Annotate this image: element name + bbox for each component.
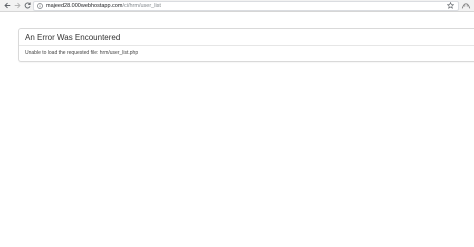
info-icon[interactable] [37,3,43,9]
url-host: majeed28.000webhostapp.com [46,3,123,9]
arrow-left-icon [4,2,11,9]
reload-icon [24,2,31,9]
address-bar[interactable]: majeed28.000webhostapp.com/ci/hrm/user_l… [33,1,459,11]
error-message: Unable to load the requested file: hrm/u… [25,50,139,56]
forward-button[interactable] [13,1,22,10]
url-path: /ci/hrm/user_list [122,3,161,9]
arrow-right-icon [14,2,21,9]
divider [19,45,474,46]
browser-toolbar: majeed28.000webhostapp.com/ci/hrm/user_l… [0,0,474,12]
extension-icon[interactable] [461,1,471,10]
error-panel: An Error Was Encountered Unable to load … [18,28,474,62]
back-button[interactable] [3,1,12,10]
url-text[interactable]: majeed28.000webhostapp.com/ci/hrm/user_l… [46,2,161,10]
reload-button[interactable] [23,1,32,10]
error-heading: An Error Was Encountered [25,33,121,42]
star-icon[interactable] [447,2,454,9]
